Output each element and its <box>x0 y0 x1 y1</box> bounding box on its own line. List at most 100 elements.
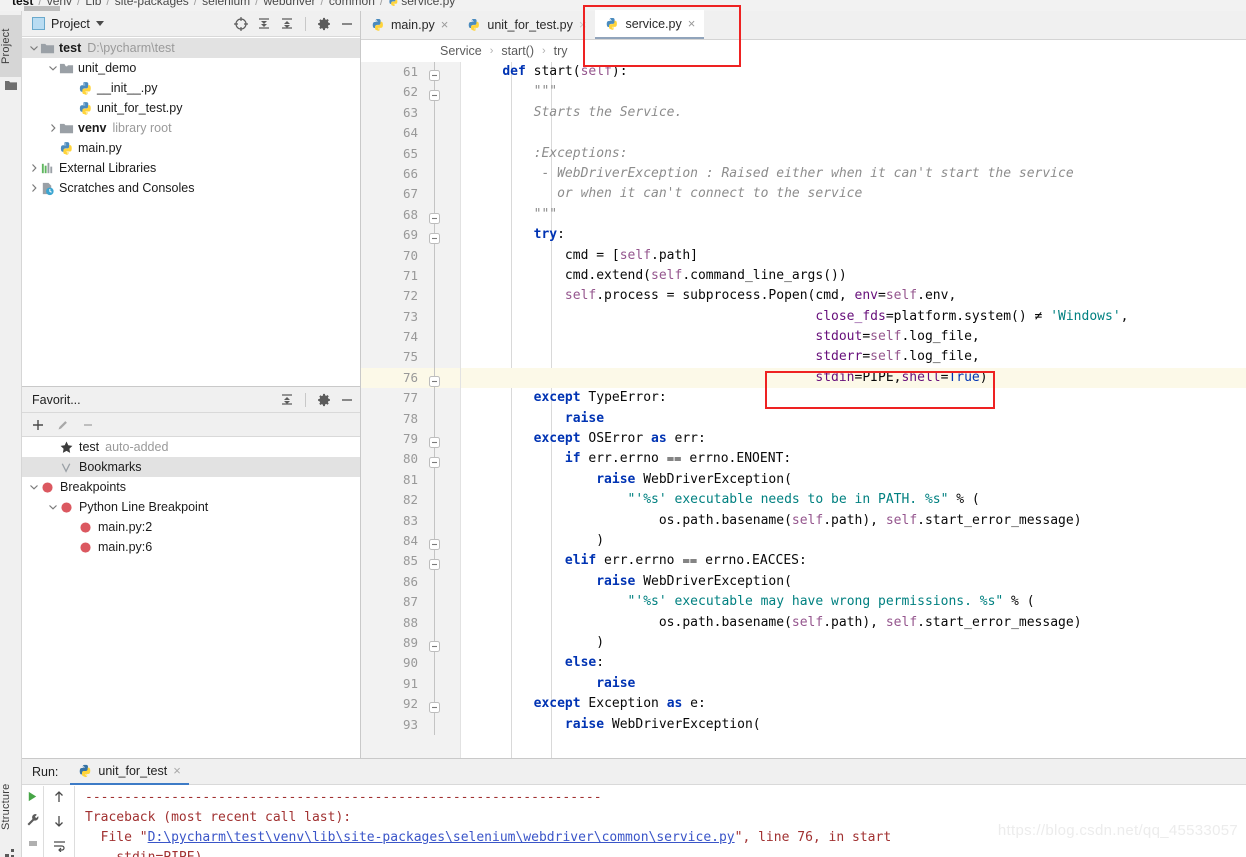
gutter-line-75[interactable]: 75 <box>361 347 460 368</box>
favorites-tree[interactable]: test auto-added Bookmarks Breakpoints Python… <box>22 437 360 557</box>
gutter-line-73[interactable]: 73 <box>361 306 460 328</box>
chevron-right-icon[interactable] <box>28 182 40 194</box>
code-line-81[interactable]: raise WebDriverException( <box>461 470 1246 490</box>
code-line-85[interactable]: elif err.errno ⩵ errno.EACCES: <box>461 551 1246 571</box>
gutter-line-69[interactable]: 69 <box>361 225 460 246</box>
gutter-line-88[interactable]: 88 <box>361 612 460 633</box>
fold-toggle-icon[interactable] <box>429 87 440 102</box>
code-line-75[interactable]: stderr=self.log_file, <box>461 347 1246 367</box>
run-icon[interactable] <box>26 790 39 803</box>
chevron-down-icon[interactable] <box>28 42 40 54</box>
breadcrumb-item[interactable]: service.py <box>401 0 455 8</box>
editor-breadcrumb-item[interactable]: Service <box>437 44 485 58</box>
code-line-67[interactable]: or when it can't connect to the service <box>461 184 1246 204</box>
code-line-71[interactable]: cmd.extend(self.command_line_args()) <box>461 266 1246 286</box>
code-line-87[interactable]: "'%s' executable may have wrong permissi… <box>461 592 1246 612</box>
stop-icon[interactable] <box>26 837 40 849</box>
favorites-item-main-py-6[interactable]: main.py:6 <box>22 537 360 557</box>
gutter-line-72[interactable]: 72 <box>361 286 460 307</box>
tree-item--init-py[interactable]: __init__.py <box>22 78 360 98</box>
favorites-item-main-py-2[interactable]: main.py:2 <box>22 517 360 537</box>
code-line-61[interactable]: def start(self): <box>461 62 1246 82</box>
code-line-79[interactable]: except OSError as err: <box>461 429 1246 449</box>
tree-item-scratches-and-consoles[interactable]: Scratches and Consoles <box>22 178 360 198</box>
fold-toggle-icon[interactable] <box>429 454 440 469</box>
code-line-69[interactable]: try: <box>461 225 1246 245</box>
gutter-line-92[interactable]: 92 <box>361 694 460 715</box>
gutter-line-79[interactable]: 79 <box>361 429 460 450</box>
gutter-line-68[interactable]: 68 <box>361 204 460 226</box>
code-line-62[interactable]: """ <box>461 82 1246 102</box>
favorites-item-breakpoints[interactable]: Breakpoints <box>22 477 360 497</box>
remove-icon[interactable] <box>81 418 95 432</box>
code-line-89[interactable]: ) <box>461 633 1246 653</box>
code-line-83[interactable]: os.path.basename(self.path), self.start_… <box>461 511 1246 531</box>
code-line-93[interactable]: raise WebDriverException( <box>461 715 1246 735</box>
code-line-68[interactable]: """ <box>461 205 1246 225</box>
code-line-92[interactable]: except Exception as e: <box>461 694 1246 714</box>
editor-breadcrumb-item[interactable]: start() <box>498 44 537 58</box>
gutter-line-90[interactable]: 90 <box>361 653 460 674</box>
gear-icon[interactable] <box>317 393 331 407</box>
chevron-down-icon[interactable] <box>47 62 59 74</box>
tree-item-test[interactable]: test D:\pycharm\test <box>22 38 360 58</box>
gutter-line-82[interactable]: 82 <box>361 490 460 511</box>
close-icon[interactable]: × <box>579 18 587 31</box>
fold-toggle-icon[interactable] <box>429 230 440 245</box>
gear-icon[interactable] <box>317 17 331 31</box>
settings-wrench-icon[interactable] <box>26 813 40 827</box>
code-line-77[interactable]: except TypeError: <box>461 388 1246 408</box>
fold-toggle-icon[interactable] <box>429 67 440 81</box>
gutter-line-70[interactable]: 70 <box>361 245 460 266</box>
fold-toggle-icon[interactable] <box>429 434 440 449</box>
code-line-74[interactable]: stdout=self.log_file, <box>461 327 1246 347</box>
gutter-line-65[interactable]: 65 <box>361 143 460 164</box>
gutter-line-86[interactable]: 86 <box>361 571 460 593</box>
down-arrow-icon[interactable] <box>52 814 66 828</box>
gutter-line-87[interactable]: 87 <box>361 592 460 613</box>
hide-icon[interactable] <box>340 17 354 31</box>
gutter-line-74[interactable]: 74 <box>361 327 460 348</box>
fold-toggle-icon[interactable] <box>429 638 440 652</box>
close-icon[interactable]: × <box>173 763 181 778</box>
tree-item-main-py[interactable]: main.py <box>22 138 360 158</box>
breadcrumb-item[interactable]: selenium <box>202 0 250 8</box>
tree-item-external-libraries[interactable]: External Libraries <box>22 158 360 178</box>
code-line-84[interactable]: ) <box>461 531 1246 551</box>
code-line-64[interactable] <box>461 123 1246 143</box>
collapse-all-icon[interactable] <box>280 393 294 407</box>
code-line-70[interactable]: cmd = [self.path] <box>461 246 1246 266</box>
gutter-line-76[interactable]: 76 <box>361 367 460 389</box>
favorites-item-test[interactable]: test auto-added <box>22 437 360 457</box>
editor-tab-unit-for-test-py[interactable]: unit_for_test.py × <box>457 10 595 39</box>
code-line-65[interactable]: :Exceptions: <box>461 144 1246 164</box>
close-icon[interactable]: × <box>441 18 449 31</box>
gutter-line-85[interactable]: 85 <box>361 551 460 572</box>
editor-tab-service-py[interactable]: service.py × <box>595 10 705 39</box>
soft-wrap-icon[interactable] <box>52 838 67 852</box>
collapse-all-icon[interactable] <box>280 17 294 31</box>
gutter-line-91[interactable]: 91 <box>361 673 460 695</box>
code-line-78[interactable]: raise <box>461 409 1246 429</box>
code-line-82[interactable]: "'%s' executable needs to be in PATH. %s… <box>461 490 1246 510</box>
fold-toggle-icon[interactable] <box>429 536 440 550</box>
gutter-line-81[interactable]: 81 <box>361 469 460 491</box>
edit-icon[interactable] <box>56 418 70 432</box>
chevron-down-icon[interactable] <box>95 21 104 26</box>
chevron-right-icon[interactable] <box>28 162 40 174</box>
favorites-item-bookmarks[interactable]: Bookmarks <box>22 457 360 477</box>
fold-toggle-icon[interactable] <box>429 556 440 571</box>
expand-all-icon[interactable] <box>257 17 271 31</box>
gutter-line-63[interactable]: 63 <box>361 102 460 124</box>
editor-breadcrumb-item[interactable]: try <box>551 44 571 58</box>
code-line-90[interactable]: else: <box>461 653 1246 673</box>
gutter-line-93[interactable]: 93 <box>361 714 460 735</box>
code-text[interactable]: def start(self): """ Starts the Service.… <box>461 62 1246 758</box>
hide-icon[interactable] <box>340 393 354 407</box>
breadcrumb-item[interactable]: common <box>329 0 375 8</box>
code-line-86[interactable]: raise WebDriverException( <box>461 572 1246 592</box>
project-file-tree[interactable]: test D:\pycharm\test unit_demo __init__.py u… <box>22 38 360 386</box>
gutter-line-84[interactable]: 84 <box>361 530 460 552</box>
breadcrumb-item[interactable]: Lib <box>85 0 101 8</box>
tree-item-unit-demo[interactable]: unit_demo <box>22 58 360 78</box>
